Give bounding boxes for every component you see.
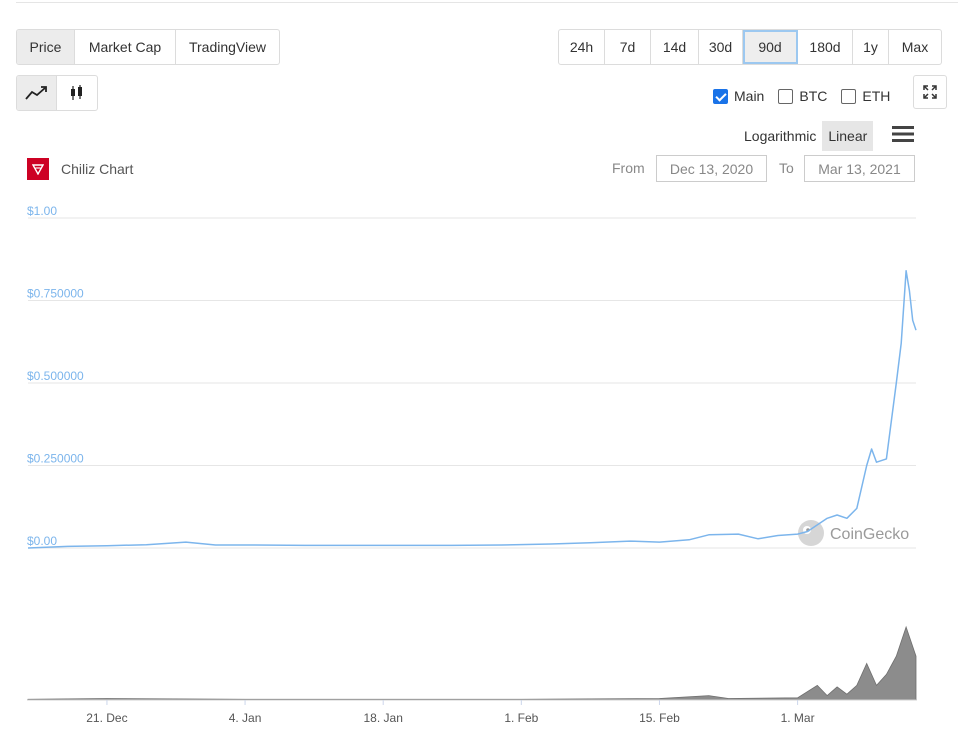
scale-logarithmic[interactable]: Logarithmic [738, 121, 822, 151]
candlestick-chart-button[interactable] [57, 76, 97, 110]
y-tick-label: $0.750000 [27, 287, 84, 301]
x-tick-label: 18. Jan [364, 711, 403, 725]
price-chart: $1.00 $0.750000 $0.500000 $0.250000 $0.00 Co… [27, 204, 917, 725]
range-14d[interactable]: 14d [651, 30, 699, 64]
candlestick-icon [71, 85, 82, 100]
toggle-main-label: Main [734, 88, 765, 104]
line-chart-button[interactable] [17, 76, 57, 110]
volume-area [27, 625, 917, 701]
chart-title-text: Chiliz Chart [61, 161, 134, 177]
view-tabs: Price Market Cap TradingView [16, 29, 280, 65]
x-tick-label: 21. Dec [86, 711, 127, 725]
toggle-eth-label: ETH [862, 88, 891, 104]
expand-icon [923, 85, 937, 99]
y-tick-label: $0.250000 [27, 452, 84, 466]
toggle-btc[interactable]: BTC [778, 88, 827, 104]
tab-price[interactable]: Price [17, 30, 75, 64]
y-tick-label: $1.00 [27, 204, 57, 218]
line-chart-icon [24, 86, 47, 100]
x-tick-label: 1. Feb [504, 711, 538, 725]
volume-series [27, 625, 917, 701]
x-tick-label: 15. Feb [639, 711, 680, 725]
chart-title: Chiliz Chart [27, 158, 133, 180]
coingecko-watermark: CoinGecko [798, 520, 909, 546]
price-series [27, 270, 917, 549]
time-range-tabs: 24h 7d 14d 30d 90d 180d 1y Max [558, 29, 942, 65]
grid-lines [28, 217, 916, 549]
btc-checkbox[interactable] [778, 88, 794, 104]
range-7d[interactable]: 7d [605, 30, 651, 64]
x-axis-labels: 21. Dec 4. Jan 18. Jan 1. Feb 15. Feb 1. Mar [86, 700, 815, 725]
toggle-btc-label: BTC [799, 88, 828, 104]
from-label: From [612, 160, 645, 176]
tab-tradingview[interactable]: TradingView [176, 30, 279, 64]
range-1y[interactable]: 1y [853, 30, 889, 64]
range-24h[interactable]: 24h [559, 30, 605, 64]
watermark-text: CoinGecko [830, 526, 909, 543]
range-max[interactable]: Max [889, 30, 941, 64]
price-line [27, 270, 917, 549]
top-divider [16, 2, 958, 3]
chart-type-toggle [16, 75, 98, 111]
toggle-main[interactable]: Main [713, 88, 764, 104]
y-tick-label: $0.500000 [27, 369, 84, 383]
chiliz-logo-icon [27, 158, 49, 180]
tab-market-cap[interactable]: Market Cap [75, 30, 176, 64]
hamburger-menu-icon[interactable] [892, 125, 914, 143]
range-90d[interactable]: 90d [743, 30, 798, 64]
from-date-input[interactable]: Dec 13, 2020 [656, 155, 767, 182]
eth-checkbox[interactable] [841, 88, 857, 104]
to-label: To [779, 160, 794, 176]
scale-linear[interactable]: Linear [822, 121, 874, 151]
main-checkbox[interactable] [713, 88, 728, 104]
toggle-eth[interactable]: ETH [841, 88, 890, 104]
x-tick-label: 4. Jan [229, 711, 262, 725]
y-axis-labels: $1.00 $0.750000 $0.500000 $0.250000 $0.00 [27, 204, 84, 548]
range-180d[interactable]: 180d [798, 30, 853, 64]
range-30d[interactable]: 30d [699, 30, 743, 64]
series-toggles: Main BTC ETH [713, 88, 904, 104]
expand-button[interactable] [913, 75, 947, 109]
scale-toggle: Logarithmic Linear [738, 121, 874, 151]
y-tick-label: $0.00 [27, 534, 57, 548]
x-tick-label: 1. Mar [781, 711, 815, 725]
to-date-input[interactable]: Mar 13, 2021 [804, 155, 915, 182]
